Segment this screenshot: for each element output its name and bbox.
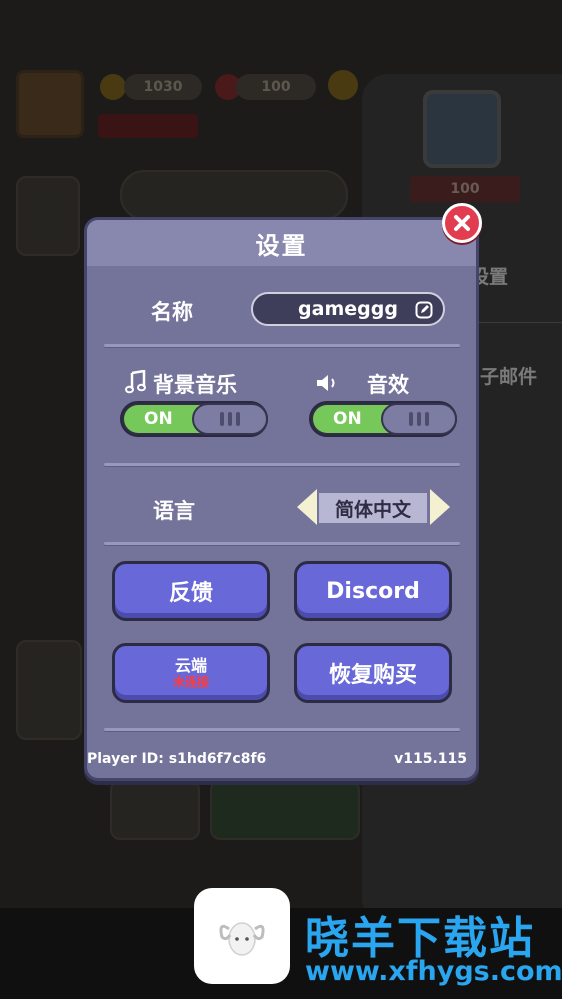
divider [104, 344, 460, 347]
sheep-icon [219, 922, 265, 956]
sfx-label: 音效 [367, 373, 409, 397]
feedback-button[interactable]: 反馈 [112, 561, 270, 621]
restore-purchase-label: 恢复购买 [328, 663, 417, 688]
level-banner-left [98, 114, 198, 138]
event-icon [16, 640, 82, 740]
music-toggle[interactable]: ON [120, 401, 268, 437]
cloud-status: 未连接 [172, 675, 209, 689]
language-prev-arrow[interactable] [297, 489, 317, 525]
bottom-card-right [210, 780, 360, 840]
side-menu-divider [470, 322, 562, 323]
name-label: 名称 [151, 300, 193, 324]
side-menu-level-ribbon: 100 [410, 176, 520, 202]
cloud-button-label: 云端 [174, 656, 207, 675]
divider [104, 728, 460, 731]
side-menu-item-email[interactable]: 子邮件 [480, 362, 537, 389]
speaker-icon [317, 375, 335, 391]
divider [104, 463, 460, 466]
settings-modal: 设置 名称 gameggg 背景音乐 音效 ON ON 语言 简体中文 反馈 D… [84, 217, 479, 781]
divider [104, 542, 460, 545]
music-note-icon [125, 370, 146, 394]
player-id: Player ID: s1hd6f7c8f6 [87, 751, 267, 767]
gems-counter: 100 [236, 74, 316, 100]
clipboard-icon [16, 176, 80, 256]
cloud-button[interactable]: 云端 未连接 [112, 643, 270, 703]
chest-icon [328, 70, 358, 100]
version-label: v115.115 [394, 751, 467, 767]
language-value: 简体中文 [319, 493, 427, 523]
modal-header: 设置 [87, 220, 476, 266]
coins-counter: 1030 [124, 74, 202, 100]
player-avatar [16, 70, 84, 138]
name-value: gameggg [298, 298, 398, 320]
sfx-toggle[interactable]: ON [309, 401, 457, 437]
watermark-url: www.xfhygs.com [305, 956, 562, 987]
side-menu-avatar [423, 90, 501, 168]
close-button[interactable] [442, 203, 482, 243]
discord-button[interactable]: Discord [294, 561, 452, 621]
music-label: 背景音乐 [153, 373, 237, 397]
edit-icon[interactable] [415, 301, 433, 319]
modal-title: 设置 [255, 231, 308, 260]
music-toggle-knob[interactable] [192, 403, 268, 435]
restore-purchase-button[interactable]: 恢复购买 [294, 643, 452, 703]
bottom-card-left [110, 780, 200, 840]
discord-button-label: Discord [326, 578, 420, 604]
banner-slot [120, 170, 348, 220]
language-label: 语言 [153, 499, 195, 523]
feedback-button-label: 反馈 [168, 581, 213, 606]
coin-icon [100, 74, 126, 100]
watermark-logo [194, 888, 290, 984]
close-icon [454, 215, 470, 231]
language-next-arrow[interactable] [430, 489, 450, 525]
sfx-toggle-knob[interactable] [381, 403, 457, 435]
name-input[interactable]: gameggg [251, 292, 445, 326]
